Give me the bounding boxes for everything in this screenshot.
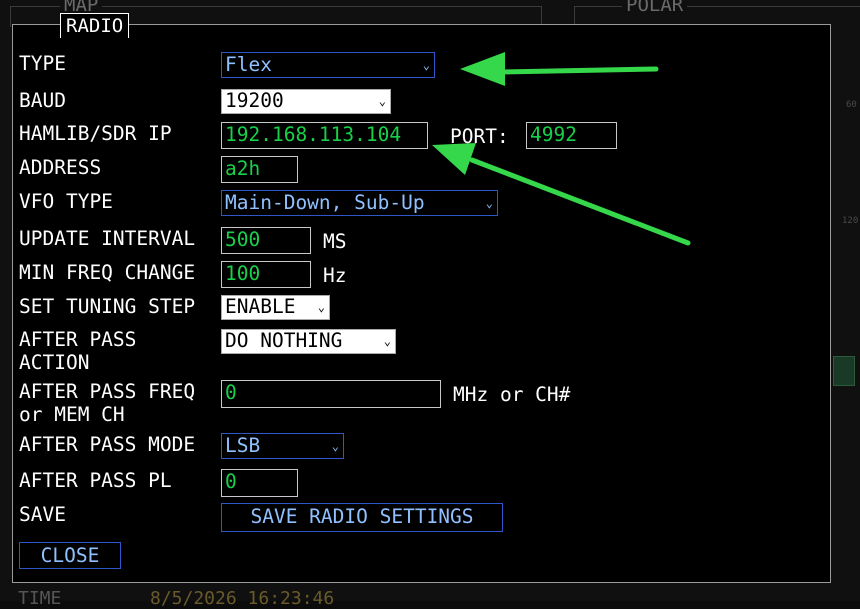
vfo-type-label: VFO TYPE bbox=[19, 190, 113, 213]
after-pass-pl-input[interactable]: 0 bbox=[221, 469, 298, 497]
after-pass-mode-select[interactable]: LSB ⌄ bbox=[221, 433, 344, 459]
address-input[interactable]: a2h bbox=[221, 156, 298, 183]
after-pass-mode-select-value: LSB bbox=[225, 434, 261, 457]
status-indicator bbox=[833, 356, 855, 386]
baud-label: BAUD bbox=[19, 89, 66, 112]
chevron-down-icon: ⌄ bbox=[422, 58, 430, 72]
save-radio-settings-button[interactable]: SAVE RADIO SETTINGS bbox=[221, 503, 503, 532]
ip-input[interactable]: 192.168.113.104 bbox=[221, 122, 428, 149]
after-pass-freq-label-line1: AFTER PASS FREQ bbox=[19, 380, 196, 403]
vfo-type-select-value: Main-Down, Sub-Up bbox=[225, 191, 425, 214]
vfo-type-select[interactable]: Main-Down, Sub-Up ⌄ bbox=[221, 190, 498, 216]
port-input[interactable]: 4992 bbox=[526, 122, 617, 149]
chevron-down-icon: ⌄ bbox=[383, 334, 391, 348]
ip-label: HAMLIB/SDR IP bbox=[19, 122, 172, 145]
save-label: SAVE bbox=[19, 503, 66, 526]
chevron-down-icon: ⌄ bbox=[317, 300, 325, 314]
after-pass-action-label-line2: ACTION bbox=[19, 351, 90, 374]
baud-select[interactable]: 19200 ⌄ bbox=[221, 89, 391, 114]
update-interval-label: UPDATE INTERVAL bbox=[19, 227, 196, 250]
after-pass-freq-input[interactable]: 0 bbox=[221, 380, 441, 408]
close-button[interactable]: CLOSE bbox=[19, 542, 121, 569]
after-pass-freq-unit: MHz or CH# bbox=[453, 383, 571, 406]
polar-panel-title: POLAR bbox=[622, 0, 688, 16]
chevron-down-icon: ⌄ bbox=[485, 196, 493, 210]
min-freq-change-input[interactable]: 100 bbox=[221, 261, 311, 288]
type-label: TYPE bbox=[19, 52, 66, 75]
after-pass-freq-label-line2: or MEM CH bbox=[19, 403, 125, 426]
tuning-step-select-value: ENABLE bbox=[225, 295, 296, 318]
after-pass-action-select[interactable]: DO NOTHING ⌄ bbox=[221, 329, 396, 354]
time-label: TIME bbox=[18, 588, 62, 609]
type-select-value: Flex bbox=[225, 53, 272, 76]
chevron-down-icon: ⌄ bbox=[331, 439, 339, 453]
after-pass-action-select-value: DO NOTHING bbox=[225, 329, 343, 352]
baud-select-value: 19200 bbox=[225, 89, 284, 112]
time-value: 8/5/2026 16:23:46 bbox=[150, 588, 335, 609]
port-label: PORT: bbox=[450, 125, 509, 148]
update-interval-input[interactable]: 500 bbox=[221, 227, 311, 254]
type-select[interactable]: Flex ⌄ bbox=[221, 52, 435, 78]
tuning-step-label: SET TUNING STEP bbox=[19, 295, 196, 318]
update-interval-unit: MS bbox=[323, 230, 347, 253]
polar-tick-label: 120 bbox=[842, 216, 859, 226]
min-freq-change-unit: Hz bbox=[323, 264, 347, 287]
polar-tick-label: 60 bbox=[846, 100, 857, 110]
chevron-down-icon: ⌄ bbox=[378, 94, 386, 108]
dialog-title: RADIO bbox=[60, 13, 130, 38]
after-pass-mode-label: AFTER PASS MODE bbox=[19, 433, 196, 456]
after-pass-pl-label: AFTER PASS PL bbox=[19, 469, 172, 492]
address-label: ADDRESS bbox=[19, 156, 102, 179]
min-freq-change-label: MIN FREQ CHANGE bbox=[19, 261, 196, 284]
after-pass-action-label-line1: AFTER PASS bbox=[19, 328, 137, 351]
tuning-step-select[interactable]: ENABLE ⌄ bbox=[221, 295, 330, 320]
